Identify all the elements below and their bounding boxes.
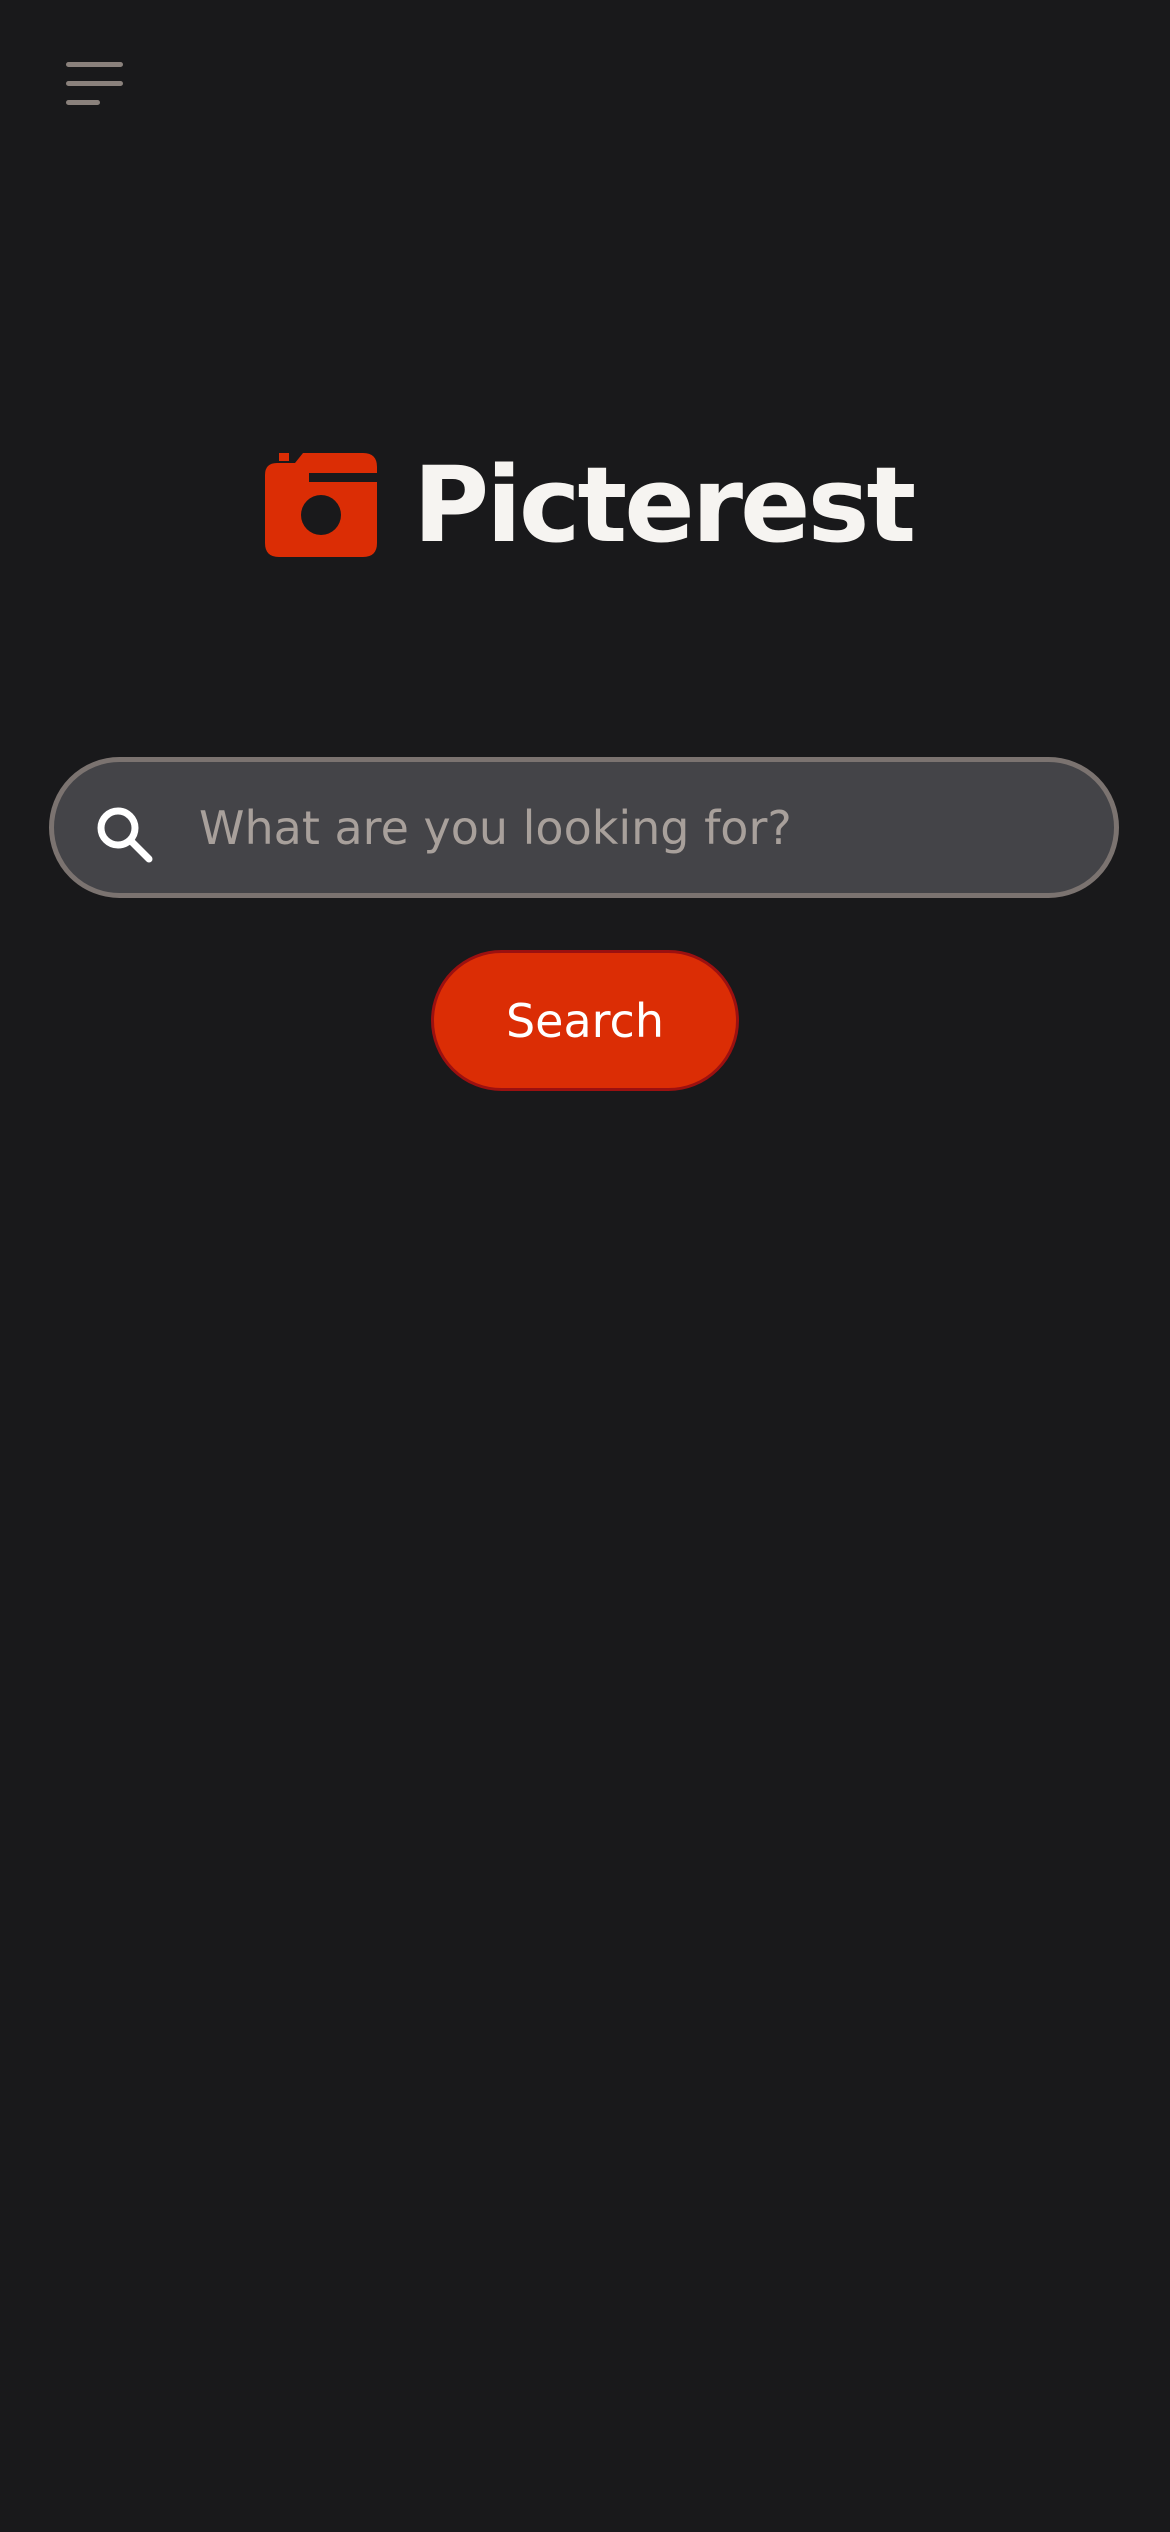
- search-bar[interactable]: [49, 757, 1119, 898]
- hamburger-menu-icon: [66, 62, 123, 67]
- camera-icon: [265, 453, 377, 557]
- search-input[interactable]: [199, 782, 1079, 874]
- app-title: Picterest: [413, 444, 916, 566]
- hamburger-menu-icon-bar: [66, 100, 100, 105]
- menu-button[interactable]: [56, 50, 132, 116]
- search-icon: [97, 807, 153, 863]
- app-logo: Picterest: [265, 440, 916, 570]
- hamburger-menu-icon-bar: [66, 81, 123, 86]
- search-button[interactable]: Search: [431, 950, 739, 1091]
